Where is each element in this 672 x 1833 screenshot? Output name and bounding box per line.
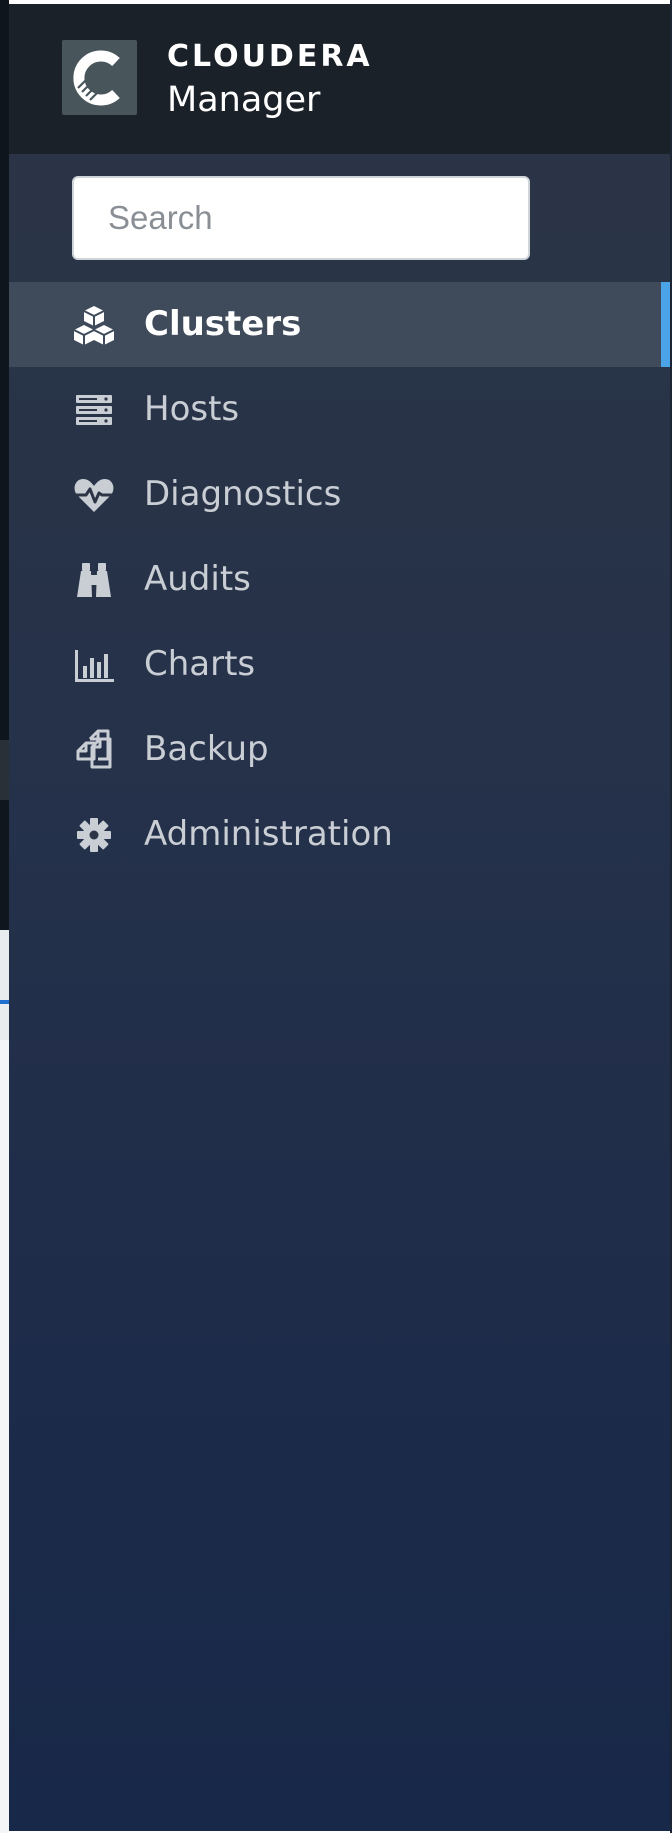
sidebar-nav: Clusters Hosts Diagnostics Audits Charts… (9, 282, 670, 877)
sidebar-item-charts[interactable]: Charts (9, 622, 670, 707)
binoculars-icon (72, 559, 116, 601)
background-panel (0, 0, 9, 740)
background-panel (0, 740, 9, 800)
sidebar-item-label: Audits (144, 559, 251, 599)
sidebar-item-hosts[interactable]: Hosts (9, 367, 670, 452)
copy-icon (72, 729, 116, 771)
sidebar-item-label: Administration (144, 814, 393, 854)
sidebar-item-administration[interactable]: Administration (9, 792, 670, 877)
brand-name: CLOUDERA (167, 39, 373, 74)
gear-icon (72, 814, 116, 856)
background-panel (0, 800, 9, 930)
sidebar-item-label: Backup (144, 729, 269, 769)
search-container (72, 176, 530, 260)
background-app-strip (0, 0, 9, 1833)
sidebar-item-clusters[interactable]: Clusters (9, 282, 670, 367)
sidebar-item-label: Hosts (144, 389, 240, 429)
background-accent-line (0, 1000, 9, 1004)
heartbeat-icon (72, 474, 116, 516)
bar-chart-icon (72, 644, 116, 686)
sidebar-item-label: Diagnostics (144, 474, 342, 514)
sidebar-item-backup[interactable]: Backup (9, 707, 670, 792)
server-icon (72, 389, 116, 431)
cubes-icon (72, 304, 116, 346)
background-panel (0, 1040, 9, 1833)
sidebar-item-diagnostics[interactable]: Diagnostics (9, 452, 670, 537)
cloudera-logo-icon (62, 40, 137, 115)
brand-product: Manager (167, 80, 321, 120)
sidebar-item-label: Clusters (144, 304, 302, 344)
sidebar-item-audits[interactable]: Audits (9, 537, 670, 622)
sidebar: CLOUDERA Manager Search Clusters Hosts D… (9, 4, 670, 1831)
background-panel (0, 930, 9, 1040)
sidebar-item-label: Charts (144, 644, 256, 684)
brand-header[interactable]: CLOUDERA Manager (9, 4, 670, 154)
search-input[interactable] (72, 176, 530, 260)
